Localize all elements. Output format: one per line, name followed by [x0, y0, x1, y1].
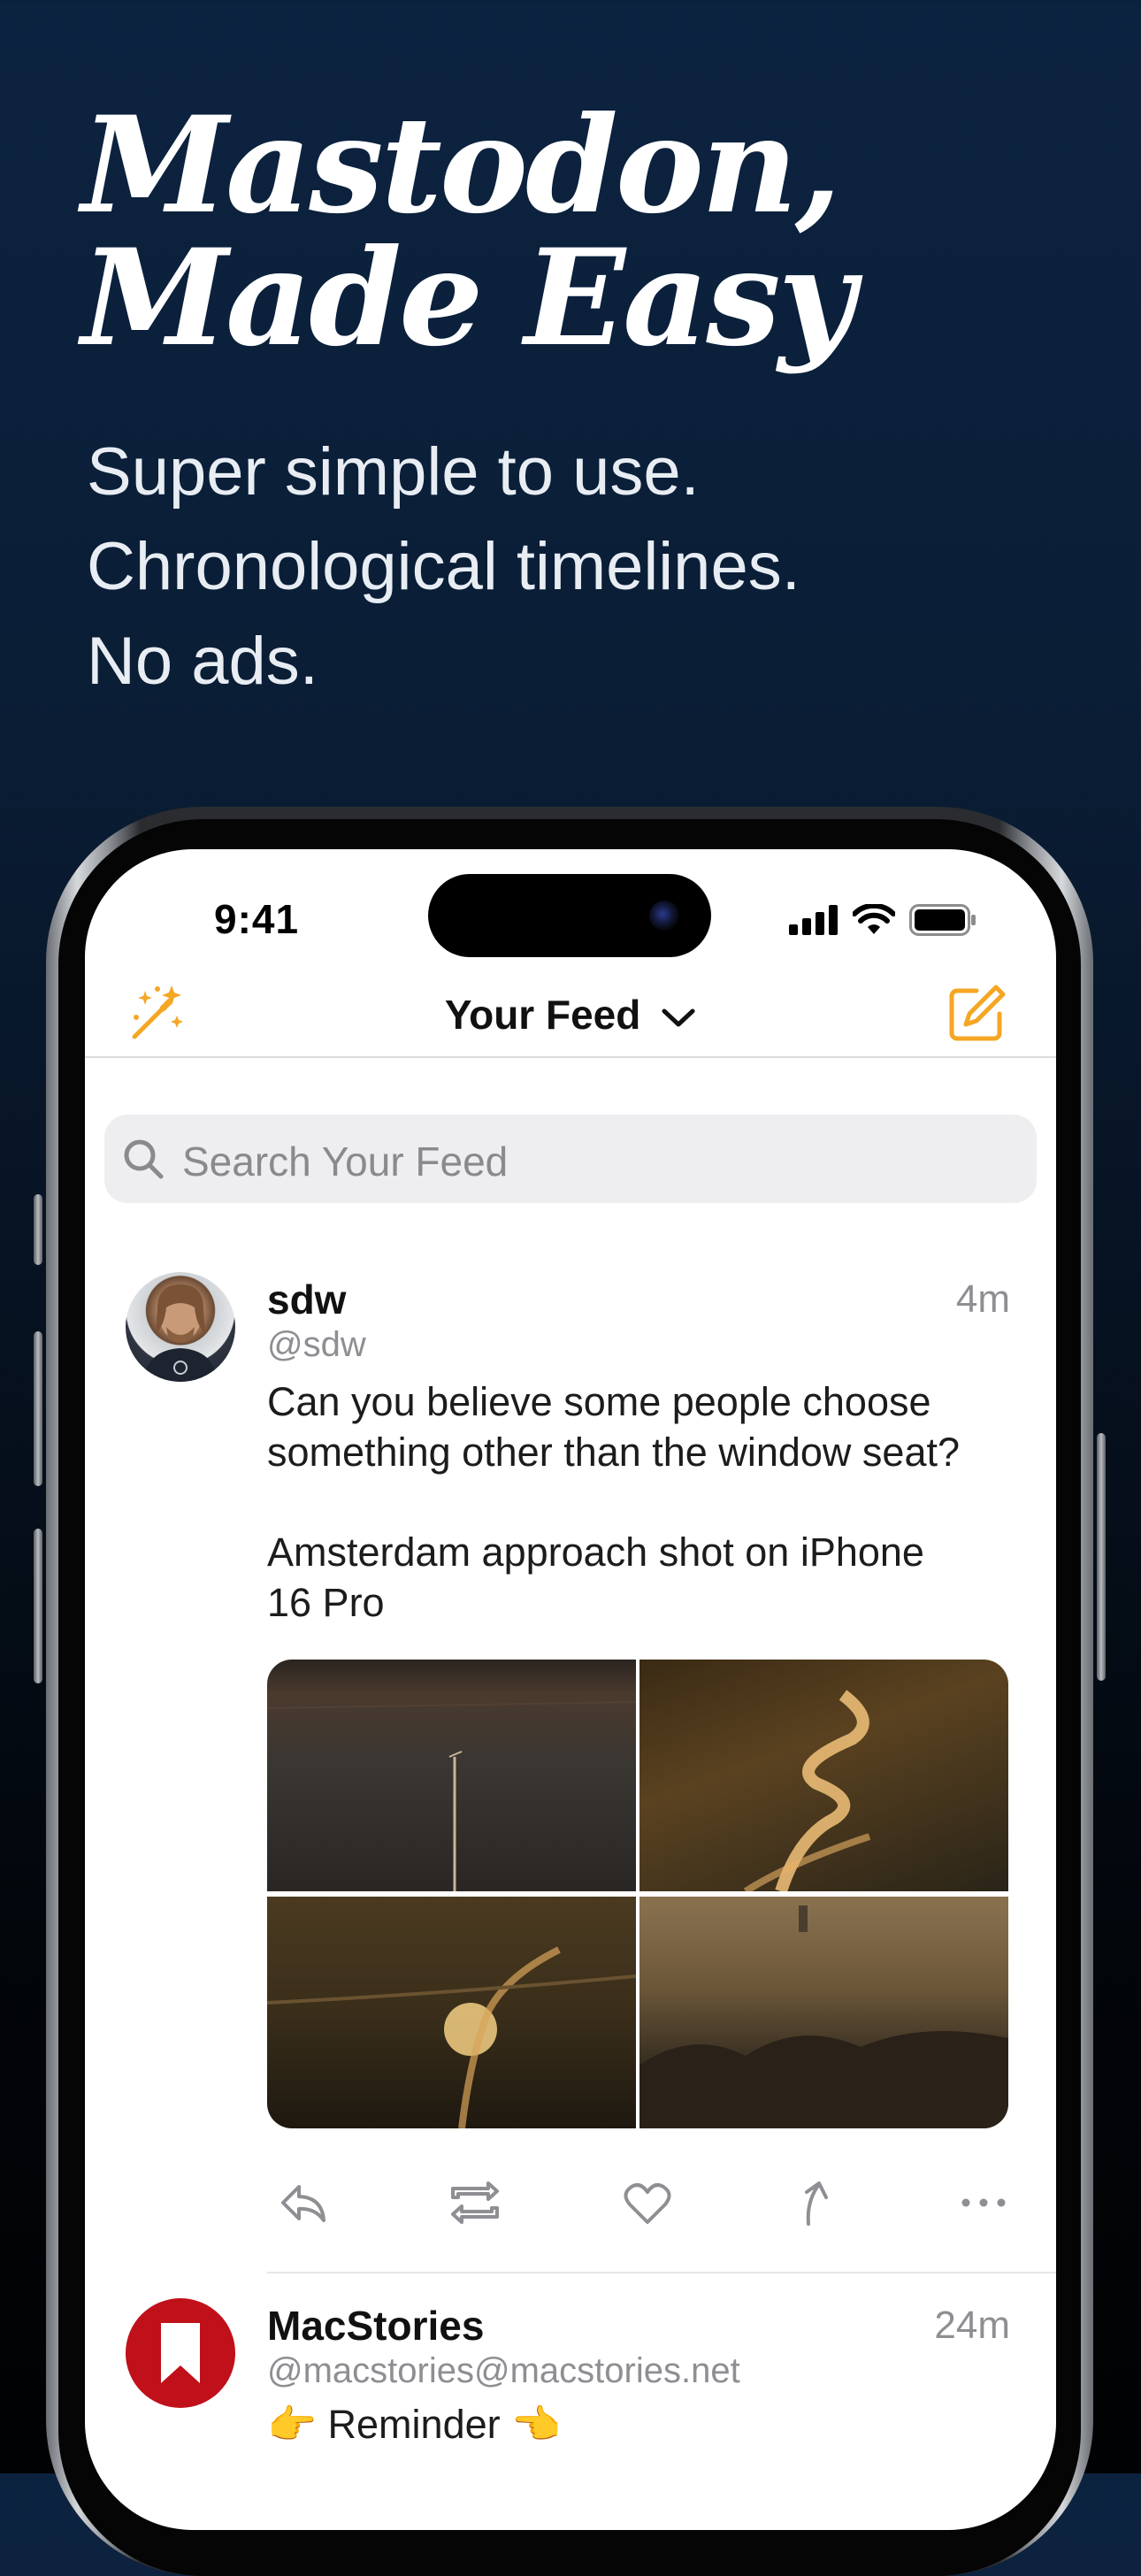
avatar[interactable]	[126, 2298, 235, 2408]
subheadline: Super simple to use. Chronological timel…	[87, 425, 800, 709]
post-author-name[interactable]: MacStories	[267, 2302, 484, 2350]
post-macstories[interactable]: MacStories @macstories@macstories.net 24…	[85, 849, 1056, 2530]
bookmark-logo-icon	[161, 2323, 200, 2383]
volume-down-button	[34, 1529, 42, 1683]
post-text: 👉 Reminder 👈	[267, 2402, 562, 2447]
headline-line-1: Mastodon,	[81, 88, 841, 243]
volume-up-button	[34, 1331, 42, 1486]
headline-line-2: Made Easy	[81, 220, 855, 376]
power-button	[1097, 1433, 1106, 1681]
phone-screen: 9:41 Your Feed Search Your Feed sdw @sdw…	[85, 849, 1056, 2530]
subhead-line-3: No ads.	[87, 624, 318, 699]
post-timestamp: 24m	[934, 2304, 1010, 2347]
subhead-line-2: Chronological timelines.	[87, 529, 800, 604]
headline: Mastodon, Made Easy	[81, 88, 855, 376]
action-button	[34, 1194, 42, 1265]
post-author-handle[interactable]: @macstories@macstories.net	[267, 2351, 740, 2391]
subhead-line-1: Super simple to use.	[87, 434, 700, 510]
